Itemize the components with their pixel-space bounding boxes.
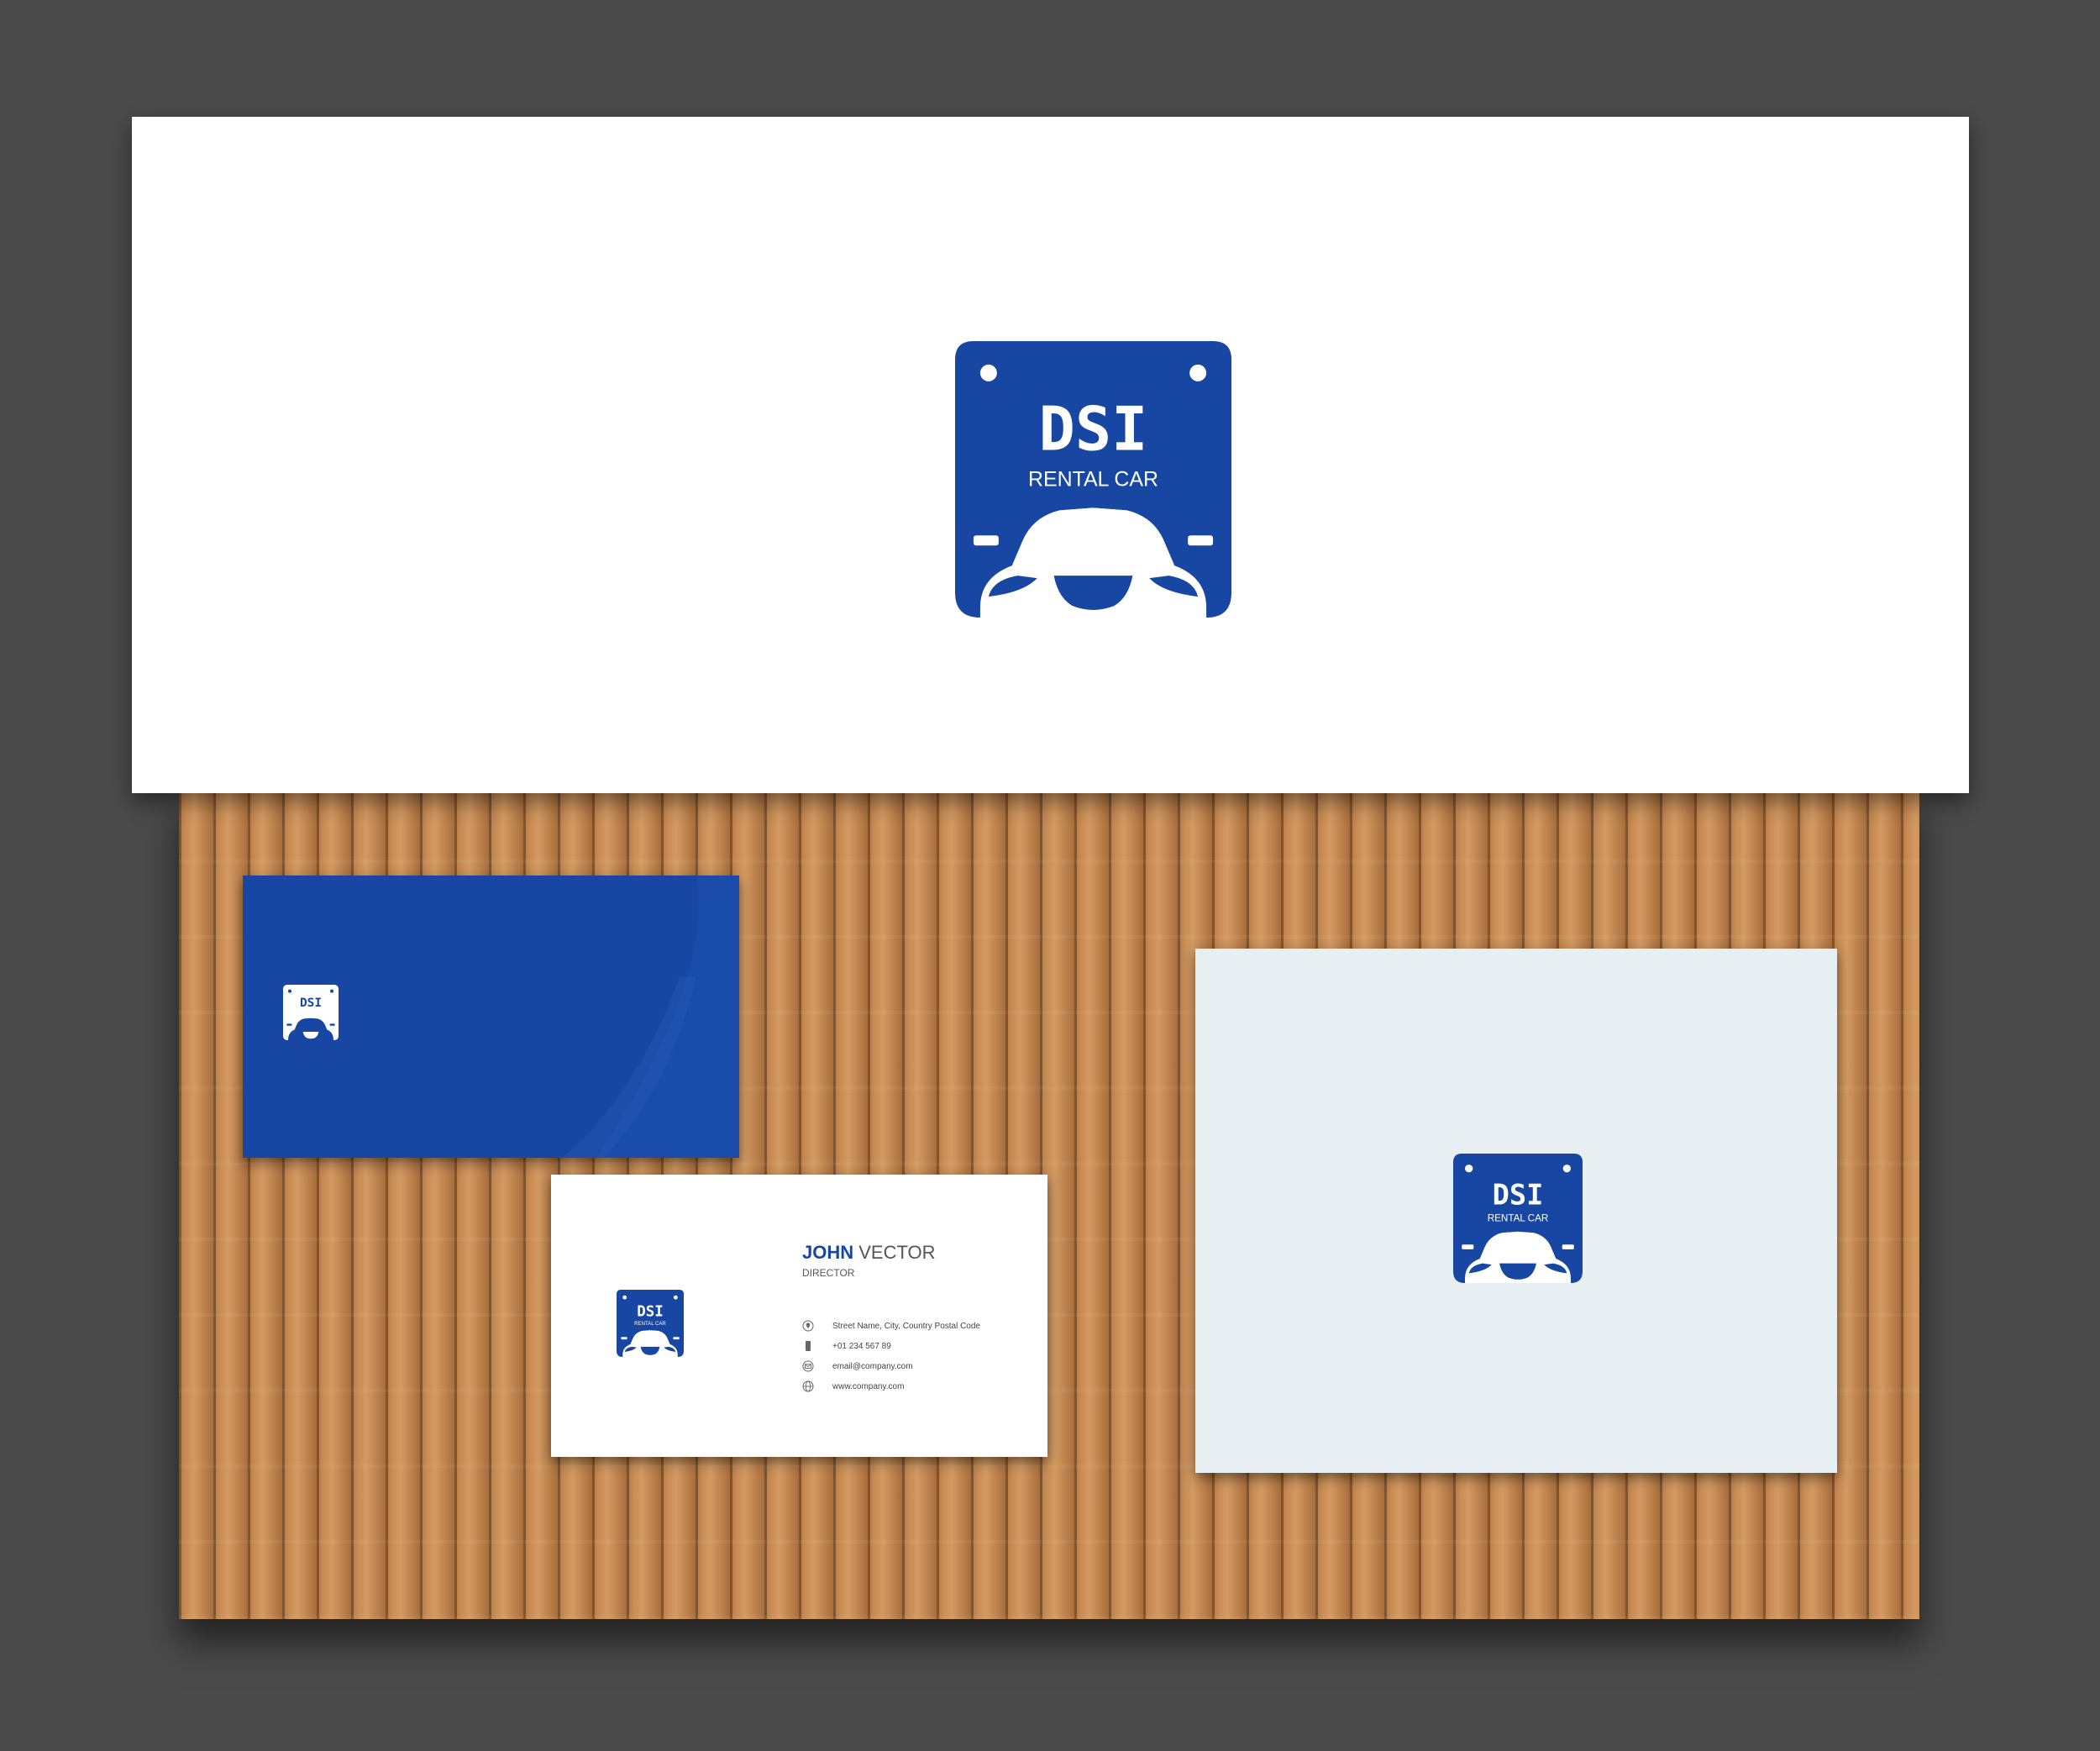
dsi-logo: DSI RENTAL CAR xyxy=(955,341,1231,618)
letterhead: DSI RENTAL CAR xyxy=(1195,949,1837,1473)
contact-address: Street Name, City, Country Postal Code xyxy=(832,1321,980,1331)
mobile-phone-icon xyxy=(806,1341,811,1351)
contact-phone: +01 234 567 89 xyxy=(832,1341,891,1351)
letterhead-logo: DSI RENTAL CAR xyxy=(1453,1154,1583,1283)
card-back-logo-tagline: RENTAL CAR xyxy=(634,1322,666,1327)
contact-email-row: email@company.com xyxy=(802,1359,1021,1373)
contact-first-name: JOHN xyxy=(802,1242,854,1263)
logo-banner: DSI RENTAL CAR xyxy=(132,117,1969,793)
letterhead-logo-tagline: RENTAL CAR xyxy=(1488,1213,1549,1224)
card-front-logo-name: DSI xyxy=(300,996,322,1010)
letterhead-logo-name: DSI xyxy=(1493,1179,1544,1212)
contact-email: email@company.com xyxy=(832,1361,913,1371)
email-icon xyxy=(802,1360,814,1372)
business-card-back: DSI RENTAL CAR JOHN VECTOR DIRECTOR Stre… xyxy=(551,1175,1047,1457)
card-back-logo: DSI RENTAL CAR xyxy=(617,1290,684,1357)
contact-last-name: VECTOR xyxy=(858,1242,936,1263)
logo-brand-name: DSI xyxy=(1039,394,1148,465)
card-back-logo-name: DSI xyxy=(637,1304,664,1321)
contact-website: www.company.com xyxy=(832,1381,905,1391)
contact-address-row: Street Name, City, Country Postal Code xyxy=(802,1319,1021,1333)
contact-name: JOHN VECTOR xyxy=(802,1242,936,1264)
globe-icon xyxy=(802,1380,814,1392)
contact-website-row: www.company.com xyxy=(802,1380,1021,1393)
card-front-logo: DSI xyxy=(283,985,339,1040)
contact-phone-row: +01 234 567 89 xyxy=(802,1339,1021,1353)
location-pin-icon xyxy=(802,1320,814,1332)
business-card-front: DSI xyxy=(243,876,739,1158)
contact-title: DIRECTOR xyxy=(802,1267,855,1279)
logo-tagline: RENTAL CAR xyxy=(1028,467,1158,491)
